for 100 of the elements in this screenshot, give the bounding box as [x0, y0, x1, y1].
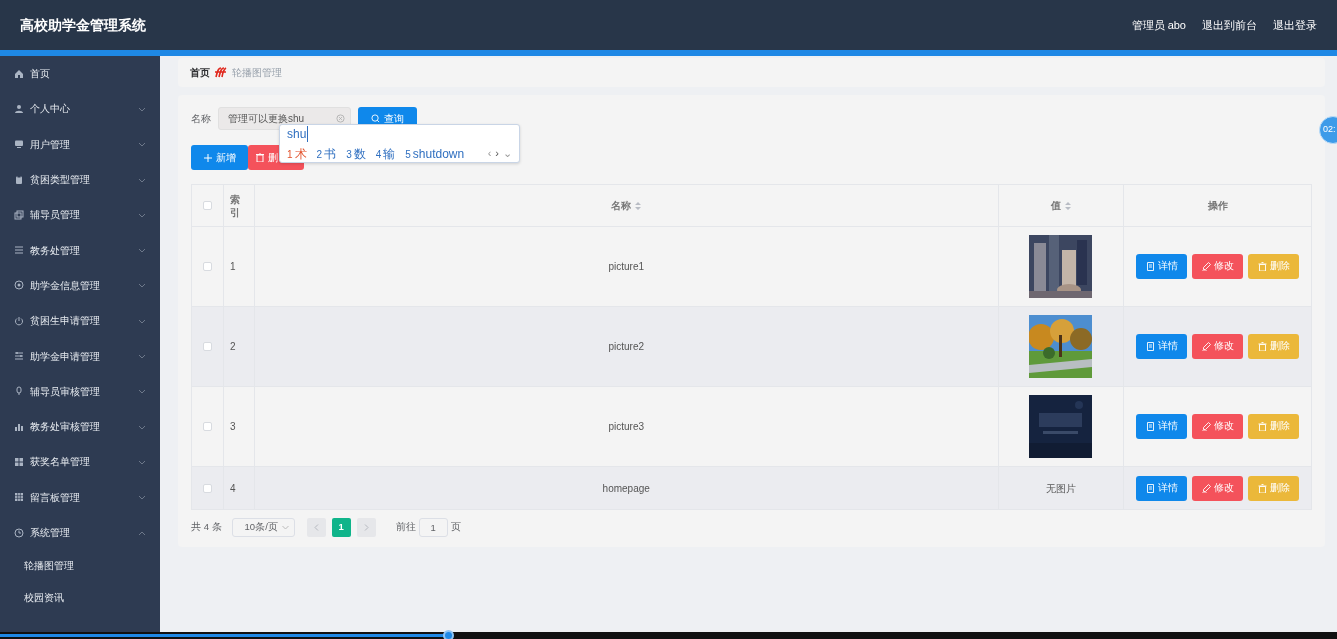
document-icon [1145, 483, 1155, 493]
edit-button[interactable]: 修改 [1192, 334, 1244, 359]
sidebar-item[interactable]: 辅导员审核管理 [0, 373, 160, 409]
details-button[interactable]: 详情 [1136, 475, 1188, 501]
ime-nav[interactable]: ‹ [487, 145, 492, 162]
trash-icon [1257, 422, 1267, 431]
ime-nav[interactable]: ⌄ [503, 145, 512, 162]
page-input[interactable]: 1 [418, 518, 448, 537]
ime-candidate[interactable]: 1 术 [287, 144, 307, 163]
table-cell-text: 3 [229, 420, 236, 434]
trash-icon [1257, 483, 1267, 493]
header-link[interactable]: 管理员 abo [1131, 16, 1186, 34]
submenu-item[interactable]: 轮播图管理 [0, 550, 160, 582]
chevron-left-icon [313, 524, 319, 531]
goto-label: 前往 [395, 520, 416, 535]
document-icon [1145, 342, 1155, 351]
field-label: 名称 [191, 112, 211, 126]
trash-icon [256, 153, 264, 162]
sidebar-item[interactable]: 用户管理 [0, 126, 160, 162]
previous-page-button[interactable] [306, 518, 326, 537]
column-header[interactable]: 值 [1050, 198, 1061, 213]
details-button[interactable]: 详情 [1136, 414, 1188, 439]
pencil-icon [1201, 262, 1211, 271]
checkbox[interactable] [202, 201, 212, 210]
person-icon [14, 103, 24, 114]
ime-candidate[interactable]: 3 数 [346, 144, 366, 163]
edit-button[interactable]: 修改 [1192, 414, 1244, 439]
table-cell-text: 2 [229, 340, 236, 354]
column-header: 索引 [229, 192, 240, 219]
ime-candidate[interactable]: 2 书 [316, 144, 337, 163]
plus-icon [203, 153, 212, 162]
aperture-icon [14, 280, 24, 291]
clock-icon [14, 527, 24, 538]
pencil-icon [1201, 342, 1211, 351]
sidebar-item[interactable]: 获奖名单管理 [0, 444, 160, 480]
breadcrumb-link[interactable]: 首页 [190, 65, 210, 80]
sidebar-item[interactable]: 教务处管理 [0, 232, 160, 268]
sidebar-item[interactable]: 留言板管理 [0, 479, 160, 515]
checkbox[interactable] [202, 483, 212, 493]
sort-icon[interactable] [635, 201, 642, 210]
table-cell-text: homepage [602, 481, 650, 496]
ime-candidate[interactable]: 4 输 [375, 144, 396, 163]
separator-icon [215, 67, 227, 78]
details-button[interactable]: 详情 [1136, 334, 1188, 359]
sidebar-item[interactable]: 辅导员管理 [0, 197, 160, 233]
pencil-icon [1201, 483, 1211, 493]
app-title: 高校助学金管理系统 [20, 15, 146, 35]
microphone-icon [14, 386, 24, 397]
sidebar-item[interactable]: 教务处审核管理 [0, 408, 160, 445]
checkbox[interactable] [202, 422, 212, 431]
next-page-button[interactable] [356, 518, 376, 537]
document-icon [1145, 262, 1155, 271]
slider-handle[interactable] [443, 630, 455, 639]
ime-composition: shu [287, 126, 309, 142]
clear-icon[interactable] [336, 114, 345, 123]
header-link[interactable]: 退出登录 [1273, 16, 1317, 34]
header-link[interactable]: 退出到前台 [1202, 16, 1257, 34]
table-cell-text: picture3 [608, 420, 644, 434]
clipboard-icon [14, 174, 24, 185]
sidebar-item[interactable]: 贫困生申请管理 [0, 303, 160, 339]
sidebar-item[interactable]: 贫困类型管理 [0, 161, 160, 198]
table-cell-text: 4 [229, 481, 236, 496]
sidebar-item[interactable]: 首页 [0, 56, 160, 92]
trash-icon [1257, 342, 1267, 351]
checkbox[interactable] [202, 262, 212, 271]
column-header[interactable]: 名称 [611, 198, 632, 213]
goto-suffix: 页 [450, 520, 461, 535]
edit-button[interactable]: 修改 [1192, 254, 1244, 279]
table-cell-text: 1 [229, 260, 236, 274]
sort-icon[interactable] [1064, 201, 1071, 210]
checkbox[interactable] [202, 342, 212, 351]
edit-button[interactable]: 修改 [1192, 475, 1244, 501]
chevron-down-icon [281, 525, 289, 530]
breadcrumb-current: 轮播图管理 [232, 66, 282, 80]
sidebar-item[interactable]: 系统管理 [0, 514, 160, 551]
grid-icon [14, 456, 24, 467]
list-icon [14, 245, 24, 256]
search-icon [371, 114, 380, 123]
total-count: 共 4 条 [191, 520, 222, 535]
trash-icon [1257, 262, 1267, 271]
home-icon [14, 68, 24, 79]
sidebar-item[interactable]: 助学金申请管理 [0, 338, 160, 374]
document-icon [1145, 422, 1155, 431]
page-size-select[interactable]: 10条/页 [231, 518, 295, 537]
add-button[interactable]: 新增 [191, 145, 248, 170]
monitor-icon [14, 139, 24, 150]
column-header: 操作 [1207, 199, 1228, 213]
sliders-icon [14, 351, 24, 361]
chevron-right-icon [363, 524, 369, 531]
ime-candidate[interactable]: 5 shutdown [405, 144, 465, 163]
sidebar-item[interactable]: 助学金信息管理 [0, 267, 160, 304]
table-cell-text: picture2 [608, 340, 644, 354]
power-icon [14, 315, 24, 326]
grid-icon [14, 492, 24, 503]
sidebar-item[interactable]: 个人中心 [0, 91, 160, 127]
details-button[interactable]: 详情 [1136, 254, 1188, 279]
table-cell-text: picture1 [608, 260, 644, 274]
pencil-icon [1201, 422, 1211, 431]
submenu-item[interactable]: 校园资讯 [0, 581, 160, 614]
bar-chart-icon [14, 421, 24, 432]
